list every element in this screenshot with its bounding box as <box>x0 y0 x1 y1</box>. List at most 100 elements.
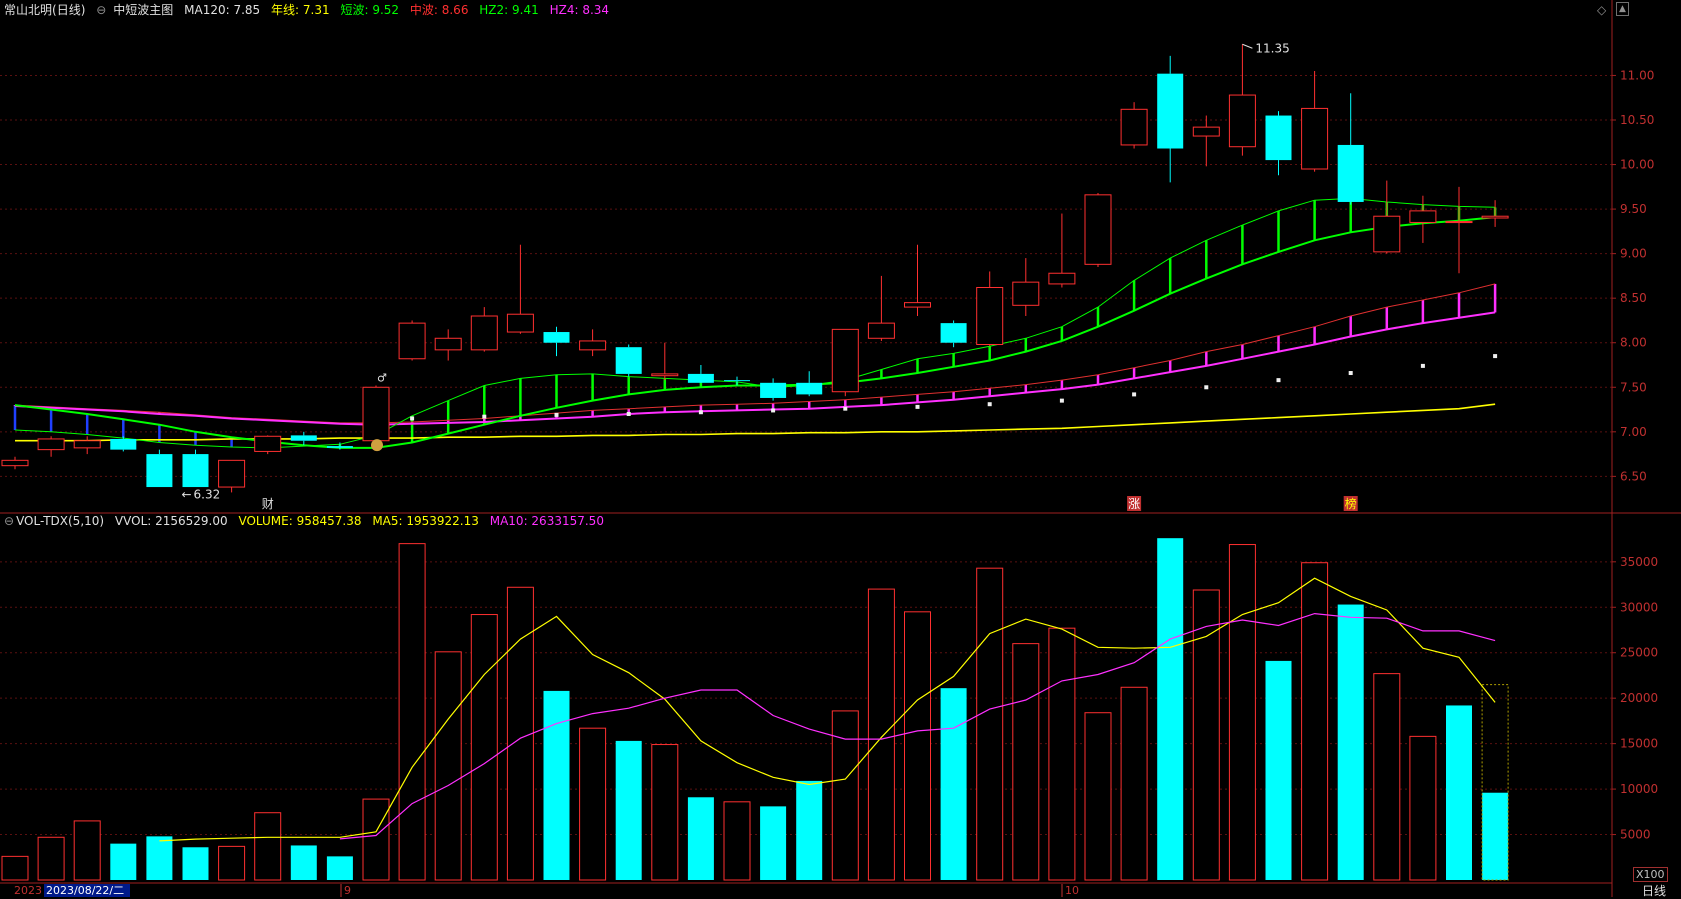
candle <box>182 449 209 488</box>
vol-indicator-name[interactable]: VOL-TDX(5,10) <box>16 514 104 528</box>
candle-body <box>1084 194 1112 265</box>
stock-name[interactable]: 常山北明 <box>4 3 52 17</box>
candle <box>1120 102 1148 149</box>
ma120-dot <box>915 404 920 409</box>
candle-body <box>110 438 137 450</box>
candle <box>1048 213 1076 288</box>
low-label: 6.32 <box>194 487 221 501</box>
volume-bar <box>470 614 498 881</box>
volume-bar <box>687 797 714 880</box>
signal-mark: ♂ <box>377 371 387 384</box>
volume-bar <box>398 543 426 881</box>
candle <box>1192 115 1220 167</box>
volume-ma5-line <box>159 577 1496 842</box>
ma120-dot <box>698 410 703 415</box>
candle <box>218 459 246 493</box>
candle <box>976 271 1004 347</box>
ma120-dot <box>1348 371 1353 376</box>
price-tick-label: 8.00 <box>1620 336 1647 350</box>
candle-body <box>1192 126 1220 137</box>
candle <box>940 320 967 348</box>
price-tick-label: 10.50 <box>1620 113 1654 127</box>
period-label-corner[interactable]: 日线 <box>1642 882 1666 899</box>
volume-bar <box>1446 705 1472 880</box>
volume-bar <box>867 588 895 881</box>
candle-body <box>543 332 570 343</box>
volume-bar <box>254 812 282 881</box>
candle-body <box>1228 94 1256 148</box>
candle <box>110 436 137 452</box>
main-chart-header: 常山北明(日线) ⊖ 中短波主图 MA120: 7.85 年线: 7.31 短波:… <box>4 3 616 17</box>
ma120-dot <box>843 406 848 411</box>
candle <box>434 329 462 361</box>
ma5-value: MA5: 1953922.13 <box>372 514 479 528</box>
candle <box>1409 195 1437 243</box>
candle <box>579 329 607 357</box>
candle-body <box>1409 210 1437 223</box>
ma120-dot <box>1493 354 1498 359</box>
ma120-dot <box>987 402 992 407</box>
candle <box>506 244 534 334</box>
indicator-toggle-icon[interactable]: ⊖ <box>4 514 14 528</box>
nianxian-label: 年线: <box>271 3 300 17</box>
candle-body <box>1 459 29 467</box>
finance-mark: 财 <box>262 497 274 511</box>
candle-body <box>1337 144 1364 202</box>
candle-body <box>940 323 967 343</box>
price-tick-label: 9.50 <box>1620 202 1647 216</box>
volume-tick-label: 35000 <box>1620 555 1658 569</box>
ma120-dot <box>554 412 559 417</box>
volume-bar <box>904 611 931 881</box>
candle <box>1084 193 1112 267</box>
zhongbo-number: 8.66 <box>441 3 469 17</box>
indicator-name[interactable]: 中短波主图 <box>113 3 173 17</box>
volume-tick-label: 25000 <box>1620 646 1658 660</box>
candle-body <box>73 440 101 449</box>
volume-bar <box>1409 735 1437 881</box>
ma120-dot <box>1204 385 1209 390</box>
candle <box>290 431 317 446</box>
volume-value: VOLUME: 958457.38 <box>238 514 362 528</box>
candle-body <box>434 337 462 351</box>
hz4-value: HZ4: 8.34 <box>550 3 609 17</box>
ma120-dot <box>1132 392 1137 397</box>
volume-ma-lines <box>159 577 1496 842</box>
volume-bars[interactable] <box>1 538 1509 881</box>
hz4-line <box>14 311 1496 426</box>
ma120-dot <box>626 412 631 416</box>
volume-bar <box>1048 627 1076 881</box>
candle-body <box>506 313 534 333</box>
indicator-toggle-icon[interactable]: ⊖ <box>96 3 106 17</box>
price-tick-label: 7.50 <box>1620 380 1647 394</box>
volume-bar <box>362 798 390 881</box>
candle-body <box>976 286 1004 346</box>
volume-bar <box>976 567 1004 881</box>
ma120-dot <box>482 414 487 419</box>
candle-body <box>1048 272 1076 285</box>
hz2-number: 9.41 <box>512 3 539 17</box>
candlesticks[interactable] <box>1 44 1509 493</box>
candle <box>1481 200 1509 227</box>
candle-body <box>1012 281 1040 306</box>
candle-body <box>579 340 607 351</box>
zhongbo-label: 中波: <box>409 3 438 17</box>
candle <box>470 307 498 352</box>
candle <box>1445 186 1473 274</box>
candle-body <box>687 373 714 383</box>
ma120-dot <box>1420 363 1425 368</box>
scroll-up-icon[interactable]: ▲ <box>1616 2 1629 16</box>
volume-bar <box>723 801 751 881</box>
candle <box>615 344 642 377</box>
diamond-icon[interactable]: ◇ <box>1597 3 1606 17</box>
volume-bar <box>37 836 65 881</box>
volume-bar <box>326 856 353 880</box>
grid-lines <box>0 74 1612 836</box>
nianxian-number: 7.31 <box>302 3 330 17</box>
candle-body <box>398 322 426 360</box>
candle <box>543 326 570 357</box>
volume-bar <box>796 780 823 880</box>
candle <box>831 328 859 397</box>
candle <box>37 436 65 457</box>
volume-chart-header: ⊖ VOL-TDX(5,10) VVOL: 2156529.00 VOLUME: … <box>4 514 611 528</box>
month-10-label: 10 <box>1065 884 1079 897</box>
